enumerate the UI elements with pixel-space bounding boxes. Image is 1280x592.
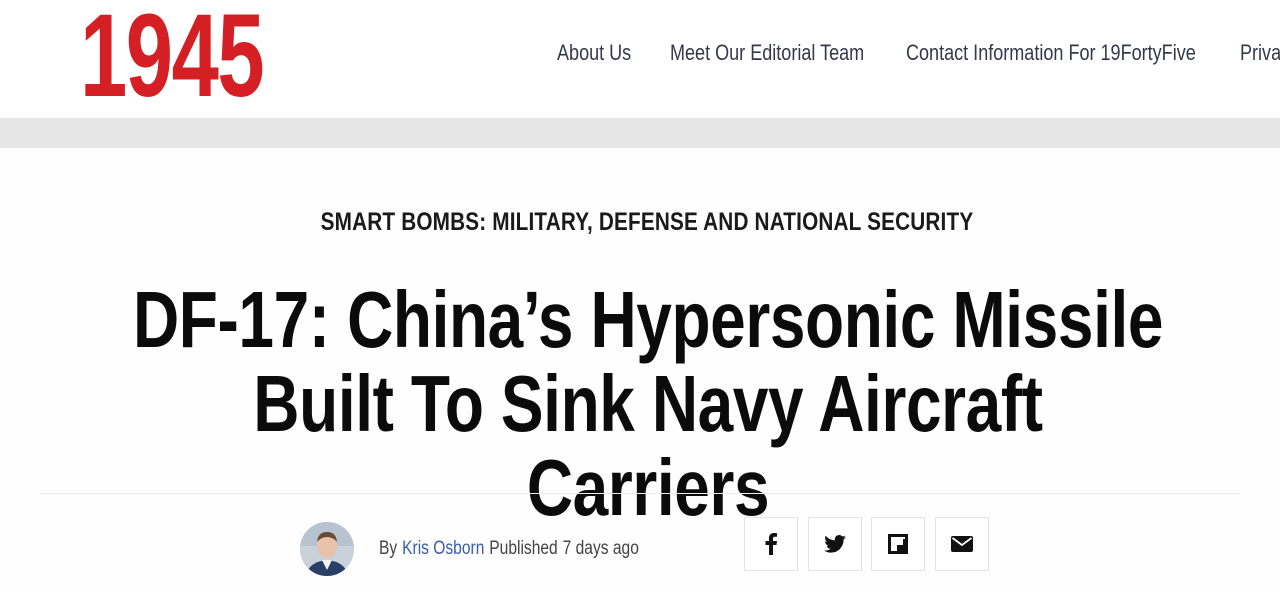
email-icon — [951, 536, 973, 552]
share-email-button[interactable] — [935, 517, 989, 571]
author-link[interactable]: Kris Osborn — [402, 538, 484, 559]
article-category-link[interactable]: SMART BOMBS: MILITARY, DEFENSE AND NATIO… — [110, 208, 1184, 237]
nav-about-us[interactable]: About Us — [557, 40, 631, 66]
share-flipboard-button[interactable] — [871, 517, 925, 571]
author-avatar[interactable] — [300, 522, 354, 576]
headline-line-2: Built To Sink Navy Aircraft Carriers — [253, 359, 1043, 532]
headline-divider — [40, 493, 1240, 494]
site-header: 1945 About Us Meet Our Editorial Team Co… — [0, 0, 1280, 118]
byline-published-label: Published — [489, 538, 558, 559]
header-divider — [0, 118, 1280, 148]
nav-contact-information[interactable]: Contact Information For 19FortyFive — [906, 40, 1196, 66]
share-twitter-button[interactable] — [808, 517, 862, 571]
top-nav: About Us Meet Our Editorial Team Contact… — [557, 40, 1280, 70]
article-byline: By Kris Osborn Published 7 days ago — [379, 538, 639, 560]
site-logo[interactable]: 1945 — [80, 0, 265, 115]
flipboard-icon — [888, 534, 908, 554]
nav-editorial-team[interactable]: Meet Our Editorial Team — [670, 40, 864, 66]
twitter-icon — [824, 535, 846, 553]
headline-line-1: DF-17: China’s Hypersonic Missile — [132, 275, 1164, 364]
nav-privacy[interactable]: Priva — [1240, 40, 1280, 66]
byline-by: By — [379, 538, 398, 559]
facebook-icon — [765, 533, 777, 555]
share-facebook-button[interactable] — [744, 517, 798, 571]
byline-published-time: 7 days ago — [562, 538, 639, 559]
author-photo-icon — [300, 522, 354, 576]
